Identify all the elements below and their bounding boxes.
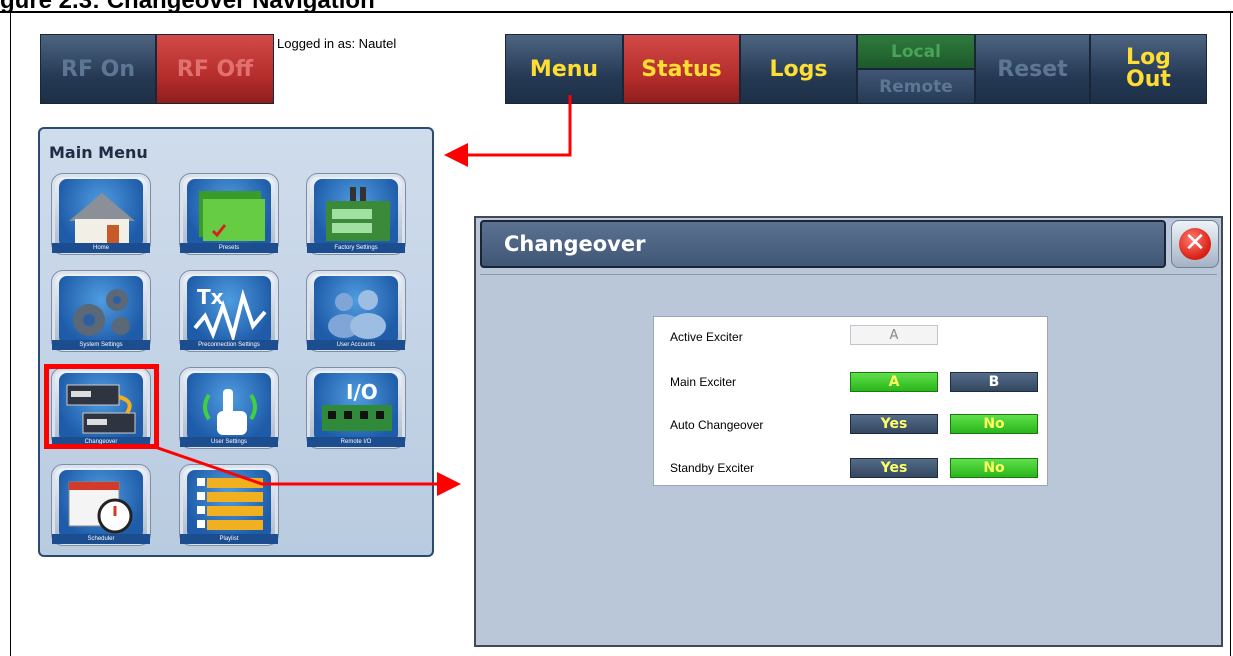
menu-to-mainmenu-arrow: [444, 95, 572, 167]
callout-arrows: [154, 95, 572, 496]
changeover-to-dialog-arrow: [154, 444, 461, 496]
